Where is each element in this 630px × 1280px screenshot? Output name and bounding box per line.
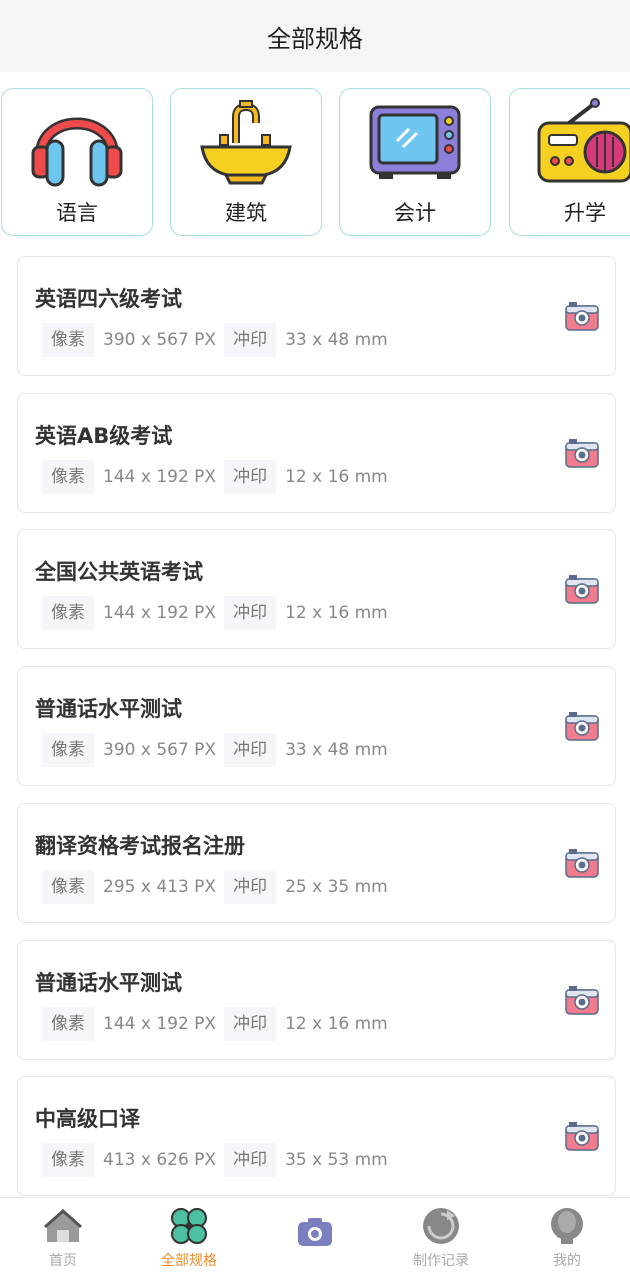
camera-icon[interactable]	[565, 574, 599, 604]
print-tag: 冲印	[224, 1143, 277, 1177]
spec-card[interactable]: 中高级口译 像素 413 x 626 PX 冲印 35 x 53 mm	[17, 1076, 616, 1196]
print-tag: 冲印	[224, 596, 277, 630]
spec-details: 像素 144 x 192 PX 冲印 12 x 16 mm	[42, 460, 396, 494]
profile-icon	[551, 1208, 583, 1244]
camera-icon[interactable]	[565, 848, 599, 878]
camera-icon	[298, 1218, 332, 1246]
spec-details: 像素 144 x 192 PX 冲印 12 x 16 mm	[42, 1007, 396, 1041]
spec-card[interactable]: 普通话水平测试 像素 144 x 192 PX 冲印 12 x 16 mm	[17, 940, 616, 1060]
spec-card[interactable]: 英语四六级考试 像素 390 x 567 PX 冲印 33 x 48 mm	[17, 256, 616, 376]
pixel-tag: 像素	[42, 460, 94, 494]
category-further-study[interactable]: 升学	[509, 88, 630, 236]
print-tag: 冲印	[224, 870, 277, 904]
category-label: 语言	[56, 201, 98, 225]
print-value: 12 x 16 mm	[285, 603, 388, 623]
category-architecture[interactable]: 建筑	[170, 88, 322, 236]
spec-title: 普通话水平测试	[35, 971, 182, 995]
radio-icon	[537, 98, 630, 183]
spec-details: 像素 390 x 567 PX 冲印 33 x 48 mm	[42, 733, 396, 767]
tab-records[interactable]: 制作记录	[378, 1198, 504, 1280]
spec-title: 中高级口译	[35, 1107, 140, 1131]
headphones-icon	[31, 117, 123, 187]
camera-icon[interactable]	[565, 1121, 599, 1151]
spec-details: 像素 144 x 192 PX 冲印 12 x 16 mm	[42, 596, 396, 630]
pixel-value: 144 x 192 PX	[103, 1014, 217, 1034]
print-value: 35 x 53 mm	[285, 1150, 388, 1170]
pixel-tag: 像素	[42, 323, 94, 357]
page-title: 全部规格	[267, 24, 363, 53]
spec-details: 像素 413 x 626 PX 冲印 35 x 53 mm	[42, 1143, 396, 1177]
camera-icon[interactable]	[565, 301, 599, 331]
home-icon	[44, 1208, 82, 1242]
pixel-value: 413 x 626 PX	[103, 1150, 217, 1170]
category-label: 建筑	[225, 201, 267, 225]
spec-title: 英语四六级考试	[35, 287, 182, 311]
spec-title: 英语AB级考试	[35, 424, 173, 448]
tab-camera[interactable]	[252, 1198, 378, 1280]
print-tag: 冲印	[224, 1007, 277, 1041]
category-accounting[interactable]: 会计	[339, 88, 491, 236]
sink-faucet-icon	[200, 100, 292, 185]
spec-card[interactable]: 普通话水平测试 像素 390 x 567 PX 冲印 33 x 48 mm	[17, 666, 616, 786]
clover-icon	[171, 1208, 207, 1244]
category-strip[interactable]: 语言 建筑 会计 升学	[0, 88, 630, 238]
tab-all-specs[interactable]: 全部规格	[126, 1198, 252, 1280]
tab-home[interactable]: 首页	[0, 1198, 126, 1280]
tab-label: 我的	[553, 1253, 581, 1269]
camera-icon[interactable]	[565, 438, 599, 468]
record-icon	[423, 1208, 459, 1244]
pixel-tag: 像素	[42, 1143, 94, 1177]
print-value: 33 x 48 mm	[285, 330, 388, 350]
tab-profile[interactable]: 我的	[504, 1198, 630, 1280]
camera-icon[interactable]	[565, 711, 599, 741]
tab-label: 全部规格	[161, 1253, 217, 1269]
category-language[interactable]: 语言	[1, 88, 153, 236]
pixel-value: 144 x 192 PX	[103, 603, 217, 623]
print-value: 25 x 35 mm	[285, 877, 388, 897]
category-label: 升学	[564, 201, 606, 225]
microwave-icon	[369, 105, 461, 179]
page-header: 全部规格	[0, 0, 630, 72]
spec-card[interactable]: 英语AB级考试 像素 144 x 192 PX 冲印 12 x 16 mm	[17, 393, 616, 513]
pixel-value: 390 x 567 PX	[103, 740, 217, 760]
pixel-value: 144 x 192 PX	[103, 467, 217, 487]
print-value: 33 x 48 mm	[285, 740, 388, 760]
print-tag: 冲印	[224, 460, 277, 494]
pixel-value: 390 x 567 PX	[103, 330, 217, 350]
category-label: 会计	[394, 201, 436, 225]
spec-details: 像素 295 x 413 PX 冲印 25 x 35 mm	[42, 870, 396, 904]
spec-title: 全国公共英语考试	[35, 560, 203, 584]
camera-icon[interactable]	[565, 985, 599, 1015]
pixel-tag: 像素	[42, 1007, 94, 1041]
tab-label: 制作记录	[413, 1253, 469, 1269]
spec-title: 普通话水平测试	[35, 697, 182, 721]
pixel-tag: 像素	[42, 596, 94, 630]
print-tag: 冲印	[224, 733, 277, 767]
print-value: 12 x 16 mm	[285, 467, 388, 487]
print-tag: 冲印	[224, 323, 277, 357]
pixel-tag: 像素	[42, 870, 94, 904]
pixel-tag: 像素	[42, 733, 94, 767]
spec-details: 像素 390 x 567 PX 冲印 33 x 48 mm	[42, 323, 396, 357]
bottom-tab-bar: 首页 全部规格 制作记录 我的	[0, 1197, 630, 1280]
spec-card[interactable]: 全国公共英语考试 像素 144 x 192 PX 冲印 12 x 16 mm	[17, 529, 616, 649]
spec-title: 翻译资格考试报名注册	[35, 834, 245, 858]
spec-card[interactable]: 翻译资格考试报名注册 像素 295 x 413 PX 冲印 25 x 35 mm	[17, 803, 616, 923]
pixel-value: 295 x 413 PX	[103, 877, 217, 897]
print-value: 12 x 16 mm	[285, 1014, 388, 1034]
tab-label: 首页	[49, 1253, 77, 1269]
